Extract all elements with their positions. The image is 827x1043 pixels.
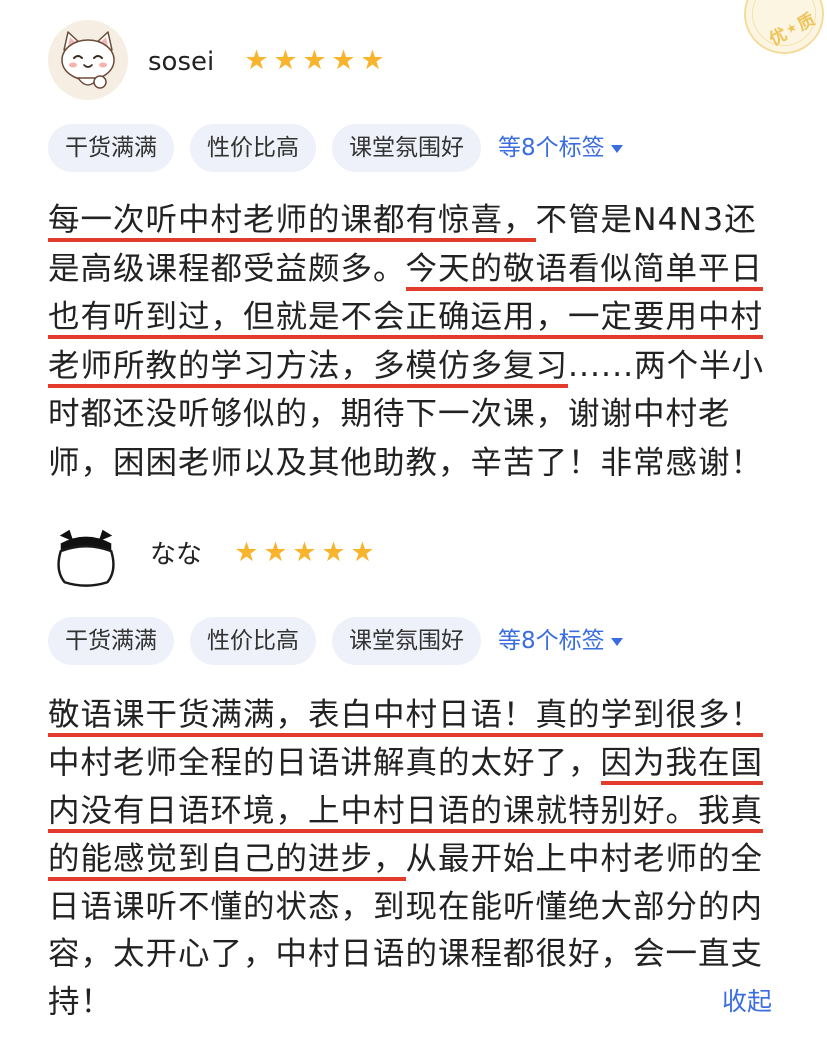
text-segment: 因为我在国: [600, 744, 764, 785]
review-text-line: 也有听到过，但就是不会正确运用，一定要用中村: [48, 293, 788, 342]
review-text-line: 是高级课程都受益颇多。今天的敬语看似简单平日: [48, 245, 788, 294]
star-icon: ★: [302, 45, 327, 76]
review-tag: 干货满满: [48, 124, 174, 172]
star-icon: ★: [292, 537, 317, 568]
star-rating: ★ ★ ★ ★ ★: [232, 536, 377, 570]
review-tag: 干货满满: [48, 617, 174, 665]
tag-list: 干货满满 性价比高 课堂氛围好 等8个标签: [48, 617, 623, 665]
star-icon: ★: [321, 537, 346, 568]
caret-down-icon: [610, 145, 623, 153]
review-text-line: 时都还没听够似的，期待下一次课，谢谢中村老: [48, 390, 788, 439]
more-tags-label: 等8个标签: [498, 135, 605, 161]
username: sosei: [148, 47, 215, 77]
star-icon: ★: [263, 537, 288, 568]
text-segment: 不管是N4N3还: [535, 202, 757, 238]
star-icon: ★: [331, 45, 356, 76]
star-rating: ★ ★ ★ ★ ★: [242, 44, 387, 78]
more-tags-button[interactable]: 等8个标签: [498, 617, 623, 665]
review-text-line: 持！: [48, 979, 788, 1027]
tag-list: 干货满满 性价比高 课堂氛围好 等8个标签: [48, 124, 623, 172]
review-text-line: 敬语课干货满满，表白中村日语！真的学到很多！: [48, 692, 788, 740]
text-segment: 敬语课干货满满，表白中村日语！真的学到很多！: [48, 697, 764, 737]
text-segment: 的能感觉到自己的进步，: [48, 840, 406, 881]
star-icon: ★: [244, 45, 269, 76]
review-text-line: 每一次听中村老师的课都有惊喜，不管是N4N3还: [48, 196, 788, 245]
cat-avatar-icon: [48, 20, 128, 100]
review-tag: 课堂氛围好: [332, 124, 481, 172]
username: なな: [150, 540, 203, 570]
more-tags-button[interactable]: 等8个标签: [498, 124, 623, 172]
star-icon: ★: [234, 537, 259, 568]
review-card: なな ★ ★ ★ ★ ★ 干货满满 性价比高 课堂氛围好 等8个标签 敬语课干货满满，表…: [0, 505, 827, 1043]
text-segment: 也有听到过，但就是不会正确运用，一定要用中村: [48, 299, 764, 340]
caret-down-icon: [610, 638, 623, 646]
review-text-line: 老师所教的学习方法，多模仿多复习......两个半小: [48, 342, 788, 391]
review-tag: 课堂氛围好: [332, 617, 481, 665]
review-text: 每一次听中村老师的课都有惊喜，不管是N4N3还 是高级课程都受益颇多。今天的敬语…: [48, 196, 788, 488]
more-tags-label: 等8个标签: [498, 628, 605, 654]
review-text: 敬语课干货满满，表白中村日语！真的学到很多！ 中村老师全程的日语讲解真的太好了，…: [48, 692, 788, 1027]
panda-avatar-icon: [57, 529, 115, 587]
review-tag: 性价比高: [190, 617, 316, 665]
text-segment: 中村老师全程的日语讲解真的太好了，: [48, 744, 601, 781]
review-text-line: 中村老师全程的日语讲解真的太好了，因为我在国: [48, 740, 788, 788]
review-text-line: 的能感觉到自己的进步，从最开始上中村老师的全: [48, 836, 788, 884]
text-segment: 持！: [48, 984, 114, 1021]
avatar: [52, 522, 120, 590]
star-icon: ★: [360, 45, 385, 76]
text-segment: 师，困困老师以及其他助教，辛苦了！非常感谢！: [48, 444, 764, 481]
star-icon: ★: [350, 537, 375, 568]
text-segment: 老师所教的学习方法，多模仿多复习: [48, 347, 569, 388]
collapse-button[interactable]: 收起: [722, 985, 772, 1019]
text-segment: 从最开始上中村老师的全: [405, 840, 764, 877]
text-segment: 每一次听中村老师的课都有惊喜，: [48, 202, 536, 242]
avatar: [48, 20, 128, 100]
text-segment: 今天的敬语看似简单平日: [405, 250, 764, 291]
review-text-line: 日语课听不懂的状态，到现在能听懂绝大部分的内: [48, 884, 788, 932]
text-segment: 容，太开心了，中村日语的课程都很好，会一直支: [48, 936, 764, 973]
text-segment: 内没有日语环境，上中村日语的课就特别好。我真: [48, 792, 764, 833]
star-icon: ★: [273, 45, 298, 76]
text-segment: ......两个半小: [568, 347, 765, 384]
review-text-line: 师，困困老师以及其他助教，辛苦了！非常感谢！: [48, 439, 788, 488]
review-card: sosei ★ ★ ★ ★ ★ 干货满满 性价比高 课堂氛围好 等8个标签 每一次听中村…: [0, 0, 827, 505]
review-text-line: 内没有日语环境，上中村日语的课就特别好。我真: [48, 788, 788, 836]
text-segment: 是高级课程都受益颇多。: [48, 250, 406, 287]
text-segment: 时都还没听够似的，期待下一次课，谢谢中村老: [48, 396, 731, 433]
review-text-line: 容，太开心了，中村日语的课程都很好，会一直支: [48, 931, 788, 979]
review-tag: 性价比高: [190, 124, 316, 172]
text-segment: 日语课听不懂的状态，到现在能听懂绝大部分的内: [48, 888, 764, 925]
